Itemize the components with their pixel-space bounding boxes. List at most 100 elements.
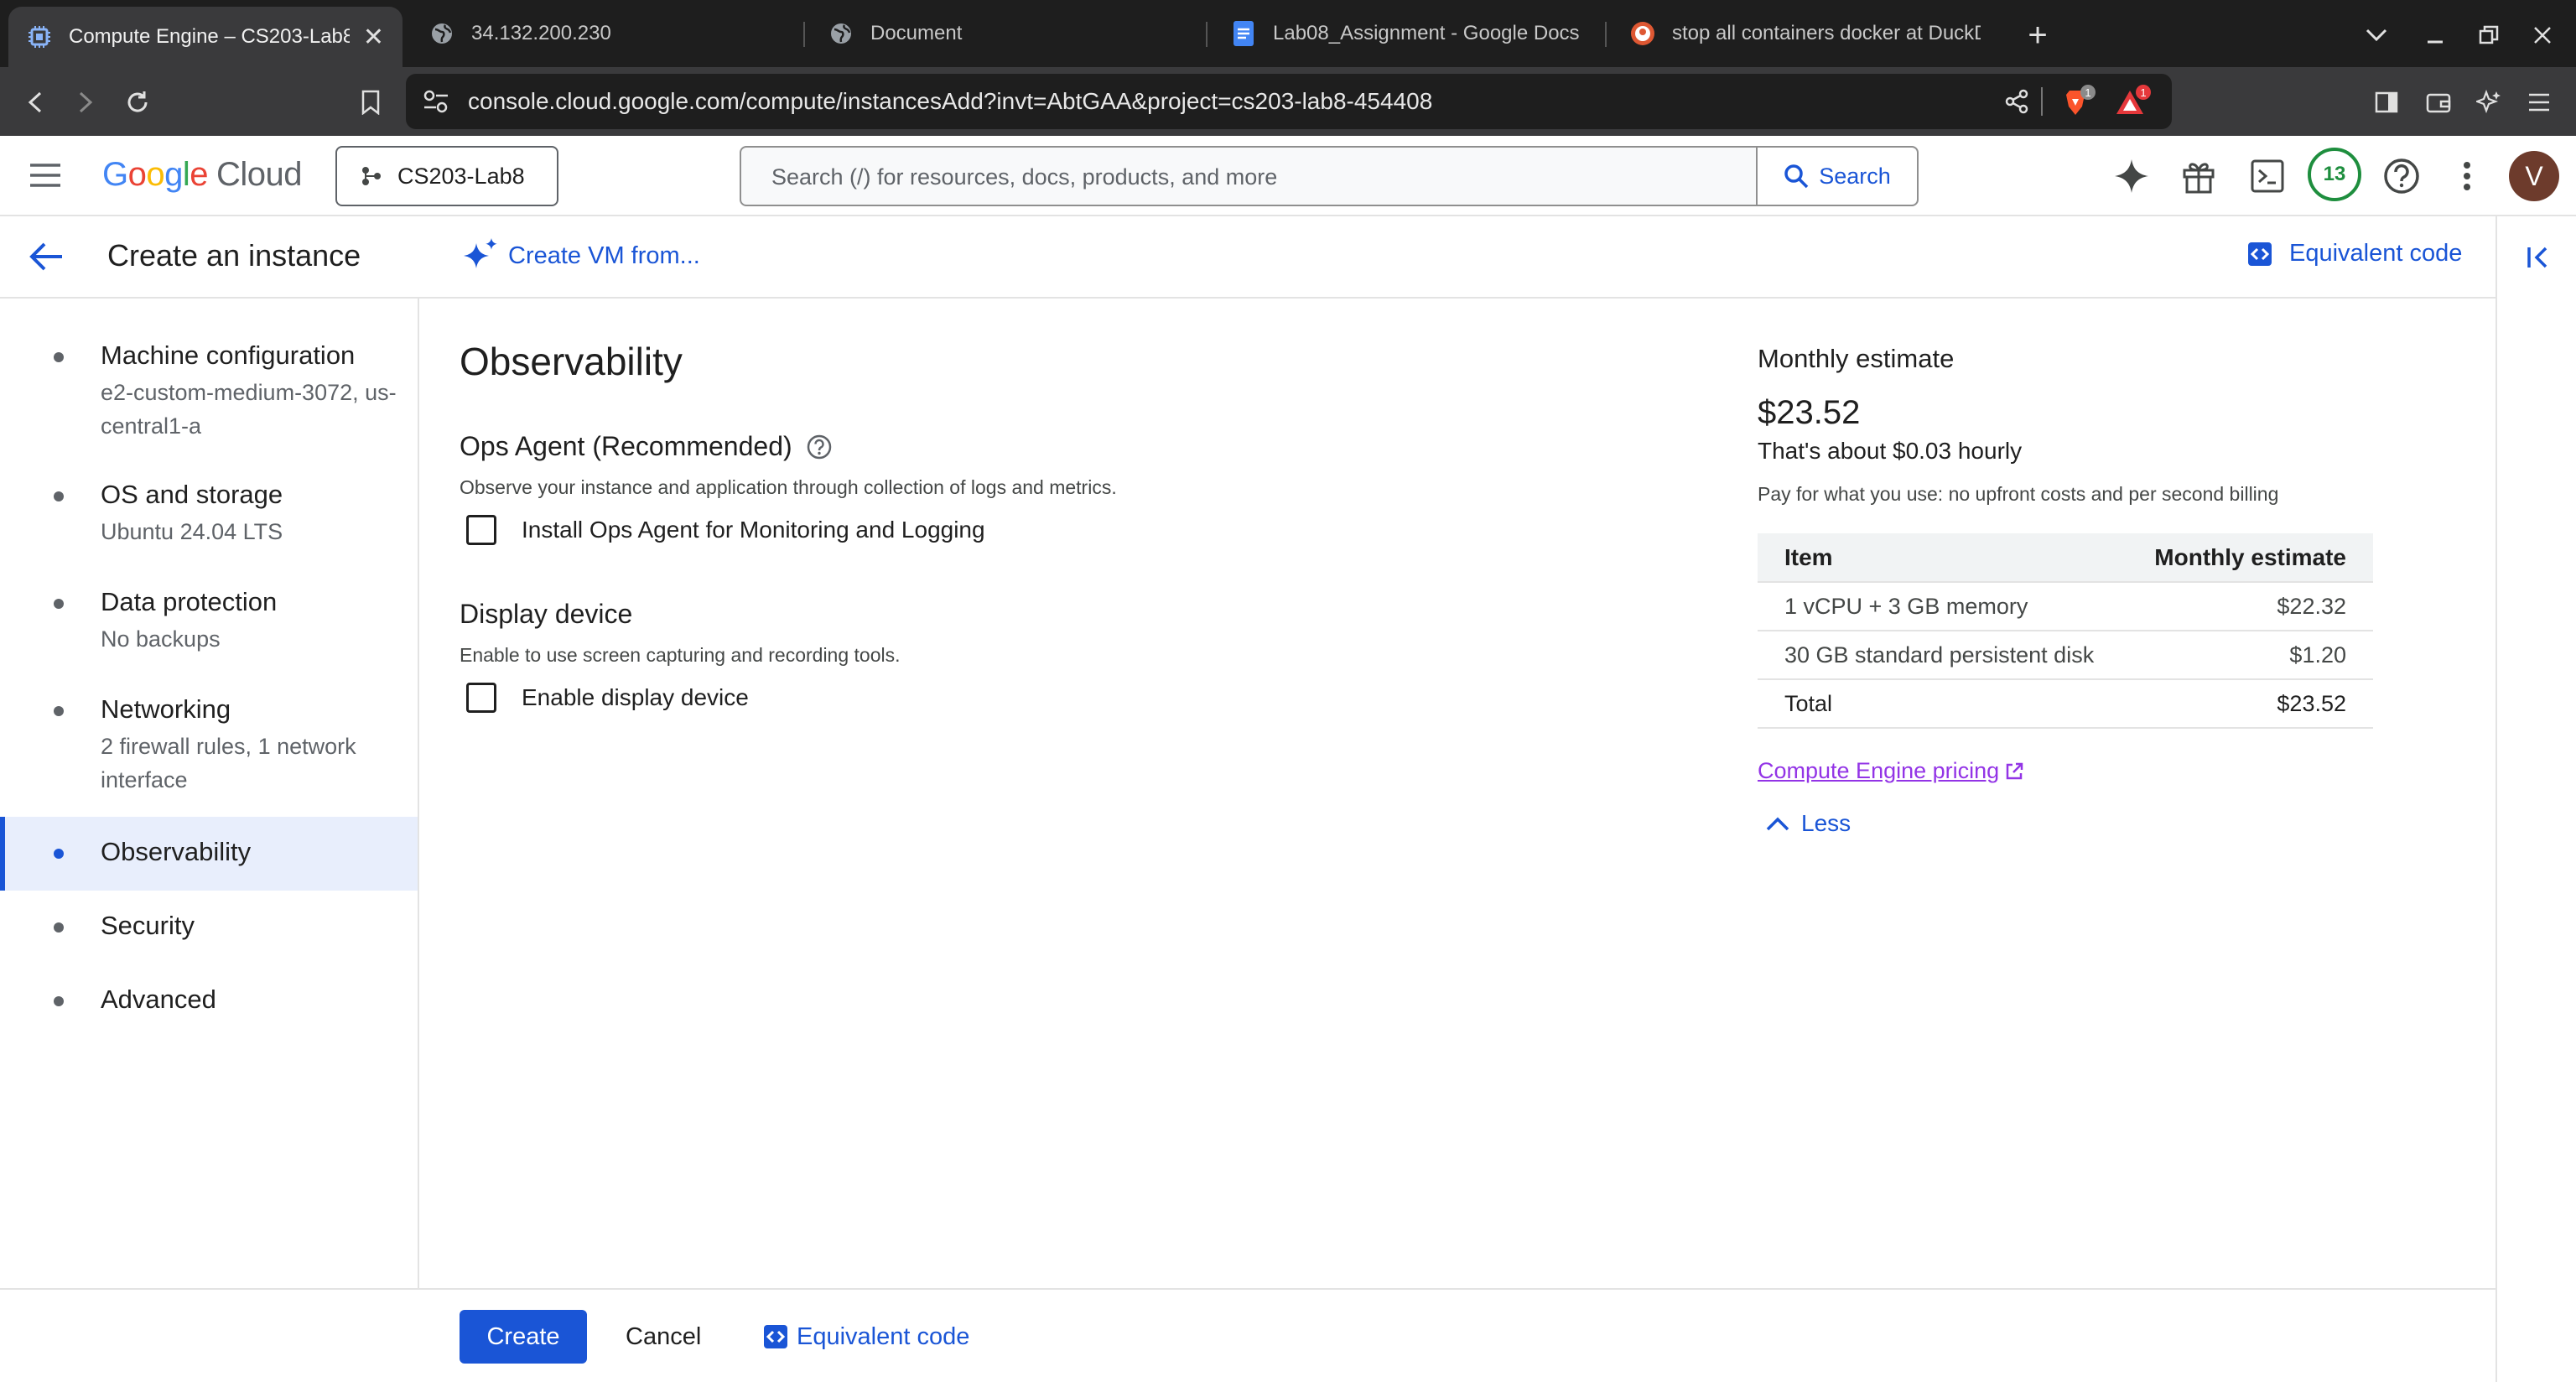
install-ops-agent-checkbox-row[interactable]: Install Ops Agent for Monitoring and Log… [466,515,985,545]
reload-icon[interactable] [119,84,156,121]
nav-bullet [54,599,64,609]
equivalent-code-link[interactable]: Equivalent code [2247,240,2462,268]
more-vert-icon[interactable] [2447,156,2487,196]
browser-tab[interactable]: Lab08_Assignment - Google Docs [1213,7,1598,60]
table-header-item: Item [1758,533,2126,583]
nav-item-machine-configuration[interactable]: Machine configuration e2-custom-medium-3… [0,340,418,449]
nav-item-label: OS and storage [101,480,283,509]
minimize-window-icon[interactable] [2417,18,2454,52]
gemini-sparkle-icon[interactable] [2111,156,2152,196]
globe-favicon-icon [429,21,454,46]
browser-tab[interactable]: Compute Engine – CS203-Lab8 ✕ [8,7,402,67]
less-toggle-button[interactable]: Less [1766,810,1851,837]
restore-window-icon[interactable] [2470,18,2507,52]
nav-item-observability[interactable]: Observability [0,817,418,891]
table-row: 1 vCPU + 3 GB memory $22.32 [1758,582,2373,631]
forward-arrow-icon[interactable] [67,84,104,121]
code-icon [2247,242,2272,267]
gift-icon[interactable] [2179,156,2219,196]
cancel-button[interactable]: Cancel [610,1310,716,1364]
account-avatar[interactable]: V [2509,151,2559,201]
nav-item-advanced[interactable]: Advanced [0,964,418,1038]
nav-bullet [54,922,64,933]
monthly-estimate-title: Monthly estimate [1758,344,1955,373]
browser-tab[interactable]: Document [810,7,1196,60]
form-footer: Create Cancel Equivalent code [0,1288,2496,1382]
globe-favicon-icon [828,21,854,46]
share-icon[interactable] [2004,89,2029,114]
leo-ai-icon[interactable] [2470,84,2507,121]
hamburger-menu-icon[interactable] [29,161,62,190]
wallet-icon[interactable] [2420,84,2457,121]
brave-rewards-alert-icon[interactable]: 1 [2111,84,2153,119]
site-settings-icon[interactable] [423,89,449,114]
shield-badge-count: 1 [2085,86,2090,99]
project-picker-button[interactable]: CS203-Lab8 [335,146,558,206]
browser-tab[interactable]: stop all containers docker at DuckDuckGo [1612,7,1999,60]
back-arrow-icon[interactable] [29,242,64,272]
new-tab-button[interactable]: + [2019,17,2056,54]
nav-item-summary: 2 firewall rules, 1 network interface [101,734,356,792]
create-button[interactable]: Create [460,1310,587,1364]
collapse-panel-icon[interactable] [2526,245,2551,270]
duckduckgo-favicon-icon [1630,21,1655,46]
table-cell-item: Total [1758,679,2126,729]
close-tab-icon[interactable]: ✕ [363,23,384,52]
nav-item-label: Data protection [101,587,278,616]
create-vm-from-label: Create VM from... [508,242,700,269]
equivalent-code-button[interactable]: Equivalent code [763,1310,969,1364]
nav-item-summary: Ubuntu 24.04 LTS [101,519,283,544]
notifications-count-badge[interactable]: 13 [2308,148,2361,201]
tab-title: Compute Engine – CS203-Lab8 [69,25,350,48]
install-ops-agent-checkbox[interactable] [466,515,496,545]
create-vm-from-link[interactable]: Create VM from... [461,236,700,275]
nav-item-data-protection[interactable]: Data protection No backups [0,587,418,662]
equivalent-code-label: Equivalent code [797,1322,970,1350]
brave-shield-icon[interactable]: 1 [2054,84,2096,119]
search-input[interactable]: Search (/) for resources, docs, products… [740,146,1919,206]
tab-title: 34.132.200.230 [471,22,611,44]
search-button[interactable]: Search [1756,148,1917,205]
table-row: 30 GB standard persistent disk $1.20 [1758,631,2373,680]
nav-item-networking[interactable]: Networking 2 firewall rules, 1 network i… [0,694,418,803]
nav-item-label: Observability [101,837,252,866]
page-title-bar: Create an instance Create VM from... Equ… [0,216,2496,299]
pricing-link-label: Compute Engine pricing [1758,758,2000,783]
back-arrow-icon[interactable] [17,84,54,121]
enable-display-device-checkbox[interactable] [466,683,496,713]
equivalent-code-label: Equivalent code [2289,240,2463,267]
cloud-shell-icon[interactable] [2247,156,2288,196]
monthly-estimate-price: $23.52 [1758,394,1861,431]
logo-letter: o [127,156,147,193]
browser-tab[interactable]: 34.132.200.230 [411,7,797,60]
address-bar[interactable]: console.cloud.google.com/compute/instanc… [406,74,2172,129]
compute-engine-pricing-link[interactable]: Compute Engine pricing [1758,758,2024,784]
tab-search-chevron-icon[interactable] [2358,18,2395,52]
logo-letter: g [164,156,183,193]
gcp-header: Google Cloud CS203-Lab8 Search (/) for re… [0,136,2576,216]
nav-bullet [54,491,64,501]
billing-note: Pay for what you use: no upfront costs a… [1758,483,2279,505]
sidebar-toggle-icon[interactable] [2368,84,2405,121]
browser-tab-strip: Compute Engine – CS203-Lab8 ✕ 34.132.200… [0,0,2576,67]
bookmark-icon[interactable] [352,84,389,121]
tab-title: stop all containers docker at DuckDuckGo [1672,22,1981,44]
close-window-icon[interactable] [2524,18,2561,52]
help-icon[interactable] [806,434,833,460]
nav-item-security[interactable]: Security [0,891,418,964]
table-cell-cost: $22.32 [2125,582,2373,631]
logo-letter: o [146,156,165,193]
table-cell-item: 30 GB standard persistent disk [1758,631,2126,680]
omnibox-divider [2041,87,2043,116]
right-side-panel-rail [2496,216,2576,1382]
google-cloud-logo[interactable]: Google Cloud [102,156,303,194]
browser-menu-icon[interactable] [2521,84,2558,121]
nav-item-label: Security [101,911,195,940]
display-device-heading: Display device [460,599,633,629]
table-header-row: Item Monthly estimate [1758,533,2373,583]
enable-display-device-checkbox-row[interactable]: Enable display device [466,683,749,713]
search-button-label: Search [1819,163,1891,189]
nav-item-os-and-storage[interactable]: OS and storage Ubuntu 24.04 LTS [0,480,418,555]
help-icon[interactable] [2381,156,2422,196]
install-ops-agent-label: Install Ops Agent for Monitoring and Log… [522,517,985,543]
